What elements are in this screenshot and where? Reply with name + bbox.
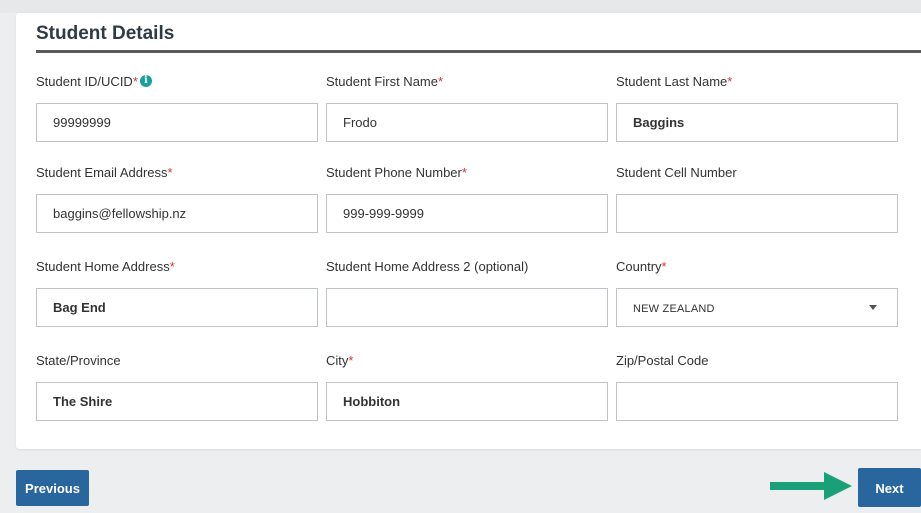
field-label: Student Cell Number [616, 165, 737, 180]
home-address-2-input[interactable] [326, 288, 608, 327]
arrow-right-icon [770, 472, 852, 500]
home-address-input[interactable]: Bag End [36, 288, 318, 327]
field-label: Student Last Name* [616, 74, 733, 89]
field-label: Student Email Address* [36, 165, 173, 180]
country-select[interactable]: NEW ZEALAND [616, 288, 898, 327]
field-state: State/Province The Shire [36, 352, 318, 421]
first-name-input[interactable]: Frodo [326, 103, 608, 142]
info-icon[interactable]: i [139, 75, 152, 87]
required-marker: * [348, 353, 354, 368]
phone-input[interactable]: 999-999-9999 [326, 194, 608, 233]
required-marker: * [727, 74, 733, 89]
required-marker: * [169, 259, 175, 274]
field-cell: Student Cell Number [616, 164, 898, 233]
required-marker: * [167, 165, 173, 180]
field-zip: Zip/Postal Code [616, 352, 898, 421]
field-city: City* Hobbiton [326, 352, 608, 421]
city-input[interactable]: Hobbiton [326, 382, 608, 421]
student-id-input[interactable]: 99999999 [36, 103, 318, 142]
required-marker: * [132, 74, 138, 89]
field-email: Student Email Address* baggins@fellowshi… [36, 164, 318, 233]
field-label: State/Province [36, 353, 121, 368]
field-label: Student Phone Number* [326, 165, 467, 180]
field-label: Student Home Address 2 (optional) [326, 259, 529, 274]
field-label: Student ID/UCID* i [36, 73, 318, 91]
field-student-id: Student ID/UCID* i 99999999 [36, 73, 318, 142]
required-marker: * [461, 165, 467, 180]
field-address1: Student Home Address* Bag End [36, 258, 318, 327]
field-label: Student Home Address* [36, 259, 175, 274]
field-label: Student First Name* [326, 74, 444, 89]
field-country: Country* NEW ZEALAND [616, 258, 898, 327]
section-divider [36, 50, 921, 53]
field-phone: Student Phone Number* 999-999-9999 [326, 164, 608, 233]
section-title: Student Details [36, 23, 175, 44]
required-marker: * [661, 259, 667, 274]
field-label: City* [326, 353, 354, 368]
field-first-name: Student First Name* Frodo [326, 73, 608, 142]
chevron-down-icon [869, 305, 877, 310]
previous-button[interactable]: Previous [16, 470, 89, 506]
top-backdrop [0, 0, 921, 13]
email-input[interactable]: baggins@fellowship.nz [36, 194, 318, 233]
field-last-name: Student Last Name* Baggins [616, 73, 898, 142]
student-details-card: Student Details Student ID/UCID* i 999999… [16, 13, 921, 449]
country-selected-value: NEW ZEALAND [633, 303, 715, 315]
zip-input[interactable] [616, 382, 898, 421]
required-marker: * [438, 74, 444, 89]
state-input[interactable]: The Shire [36, 382, 318, 421]
field-label: Country* [616, 259, 667, 274]
last-name-input[interactable]: Baggins [616, 103, 898, 142]
field-label: Zip/Postal Code [616, 353, 709, 368]
cell-input[interactable] [616, 194, 898, 233]
next-button[interactable]: Next [858, 468, 921, 507]
field-address2: Student Home Address 2 (optional) [326, 258, 608, 327]
